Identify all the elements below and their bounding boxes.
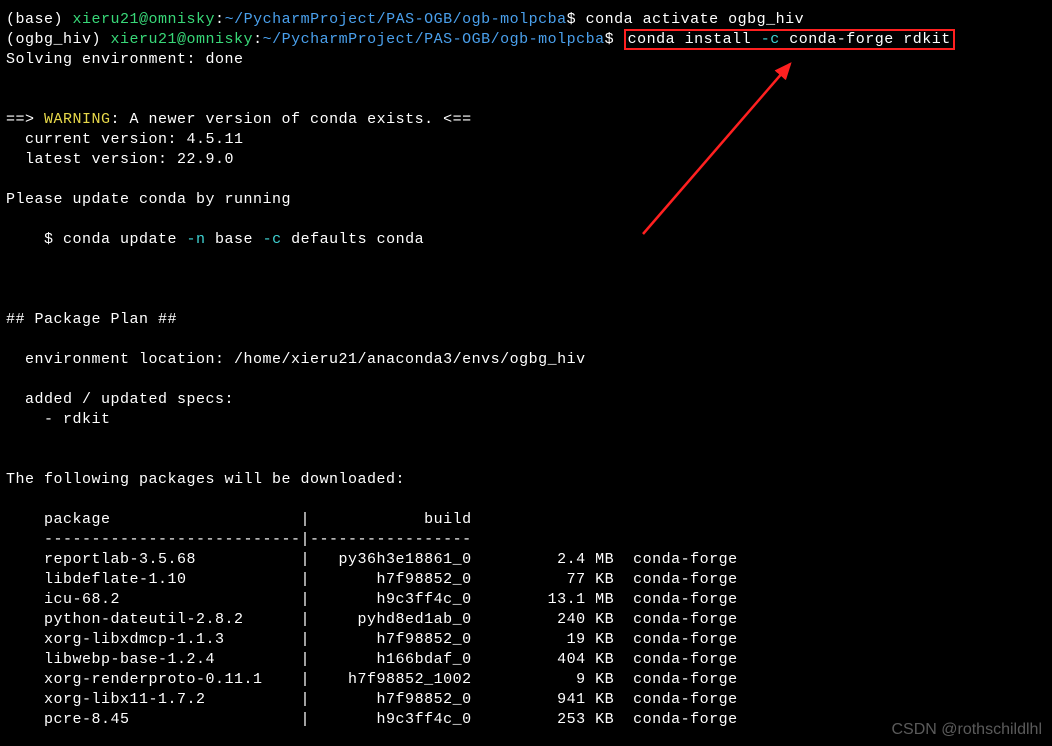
pkg-name: pcre-8.45 | [6,711,310,728]
current-version: current version: 4.5.11 [6,130,1046,150]
highlighted-command[interactable]: conda install -c conda-forge rdkit [624,29,955,50]
pkg-build: h7f98852_0 [310,691,472,708]
watermark: CSDN @rothschildlhl [891,720,1042,740]
prompt-line-1: (base) xieru21@omnisky:~/PycharmProject/… [6,10,1046,30]
prompt-symbol: $ [605,31,624,48]
env-location: environment location: /home/xieru21/anac… [6,350,1046,370]
pkg-name: xorg-renderproto-0.11.1 | [6,671,310,688]
cmd-text: base [206,231,263,248]
pkg-name: reportlab-3.5.68 | [6,551,310,568]
env-prefix: (ogbg_hiv) [6,31,111,48]
pkg-channel: conda-forge [614,591,738,608]
update-command: $ conda update -n base -c defaults conda [6,230,1046,250]
package-row: libdeflate-1.10 | h7f98852_0 77 KB conda… [6,570,1046,590]
pkg-channel: conda-forge [614,671,738,688]
pkg-channel: conda-forge [614,571,738,588]
package-row: reportlab-3.5.68 | py36h3e18861_0 2.4 MB… [6,550,1046,570]
user-host: xieru21@omnisky [73,11,216,28]
command-text: conda install [628,31,761,48]
package-row: xorg-libx11-1.7.2 | h7f98852_0 941 KB co… [6,690,1046,710]
blank-line [6,290,1046,310]
blank-line [6,270,1046,290]
blank-line [6,430,1046,450]
blank-line [6,250,1046,270]
colon: : [215,11,225,28]
cmd-flag: -n [187,231,206,248]
command-flag: -c [761,31,780,48]
package-row: icu-68.2 | h9c3ff4c_0 13.1 MB conda-forg… [6,590,1046,610]
pkg-name: icu-68.2 | [6,591,310,608]
table-separator: ---------------------------|------------… [6,530,1046,550]
blank-line [6,90,1046,110]
warning-arrow: ==> [6,111,44,128]
blank-line [6,490,1046,510]
blank-line [6,450,1046,470]
blank-line [6,370,1046,390]
pkg-channel: conda-forge [614,611,738,628]
blank-line [6,210,1046,230]
pkg-size: 2.4 MB [472,551,615,568]
prompt-symbol: $ [567,11,586,28]
pkg-size: 404 KB [472,651,615,668]
blank-line [6,170,1046,190]
added-specs: added / updated specs: [6,390,1046,410]
cwd-path: ~/PycharmProject/PAS-OGB/ogb-molpcba [263,31,605,48]
warning-text: : A newer version of conda exists. <== [111,111,472,128]
colon: : [253,31,263,48]
pkg-name: xorg-libxdmcp-1.1.3 | [6,631,310,648]
pkg-channel: conda-forge [614,711,738,728]
pkg-build: pyhd8ed1ab_0 [310,611,472,628]
pkg-channel: conda-forge [614,551,738,568]
pkg-channel: conda-forge [614,691,738,708]
package-row: libwebp-base-1.2.4 | h166bdaf_0 404 KB c… [6,650,1046,670]
blank-line [6,330,1046,350]
prompt-line-2: (ogbg_hiv) xieru21@omnisky:~/PycharmProj… [6,30,1046,50]
warning-label: WARNING [44,111,111,128]
pkg-build: h7f98852_0 [310,571,472,588]
update-instruction: Please update conda by running [6,190,1046,210]
user-host: xieru21@omnisky [111,31,254,48]
pkg-size: 9 KB [472,671,615,688]
pkg-build: h7f98852_1002 [310,671,472,688]
pkg-size: 240 KB [472,611,615,628]
command-text[interactable]: conda activate ogbg_hiv [586,11,805,28]
pkg-size: 253 KB [472,711,615,728]
package-plan-header: ## Package Plan ## [6,310,1046,330]
solving-status: Solving environment: done [6,50,1046,70]
command-text: conda-forge rdkit [780,31,951,48]
package-row: pcre-8.45 | h9c3ff4c_0 253 KB conda-forg… [6,710,1046,730]
pkg-channel: conda-forge [614,631,738,648]
pkg-size: 13.1 MB [472,591,615,608]
pkg-build: h166bdaf_0 [310,651,472,668]
env-prefix: (base) [6,11,73,28]
package-row: xorg-libxdmcp-1.1.3 | h7f98852_0 19 KB c… [6,630,1046,650]
cwd-path: ~/PycharmProject/PAS-OGB/ogb-molpcba [225,11,567,28]
pkg-size: 77 KB [472,571,615,588]
pkg-name: libwebp-base-1.2.4 | [6,651,310,668]
table-header: package | build [6,510,1046,530]
spec-item: - rdkit [6,410,1046,430]
pkg-name: xorg-libx11-1.7.2 | [6,691,310,708]
terminal-output: (base) xieru21@omnisky:~/PycharmProject/… [6,10,1046,730]
package-row: python-dateutil-2.8.2 | pyhd8ed1ab_0 240… [6,610,1046,630]
package-row: xorg-renderproto-0.11.1 | h7f98852_1002 … [6,670,1046,690]
cmd-text: defaults conda [282,231,425,248]
download-header: The following packages will be downloade… [6,470,1046,490]
blank-line [6,70,1046,90]
pkg-name: python-dateutil-2.8.2 | [6,611,310,628]
pkg-build: py36h3e18861_0 [310,551,472,568]
pkg-build: h7f98852_0 [310,631,472,648]
pkg-size: 941 KB [472,691,615,708]
pkg-build: h9c3ff4c_0 [310,711,472,728]
pkg-name: libdeflate-1.10 | [6,571,310,588]
warning-line: ==> WARNING: A newer version of conda ex… [6,110,1046,130]
pkg-size: 19 KB [472,631,615,648]
latest-version: latest version: 22.9.0 [6,150,1046,170]
cmd-text: $ conda update [6,231,187,248]
pkg-channel: conda-forge [614,651,738,668]
pkg-build: h9c3ff4c_0 [310,591,472,608]
cmd-flag: -c [263,231,282,248]
